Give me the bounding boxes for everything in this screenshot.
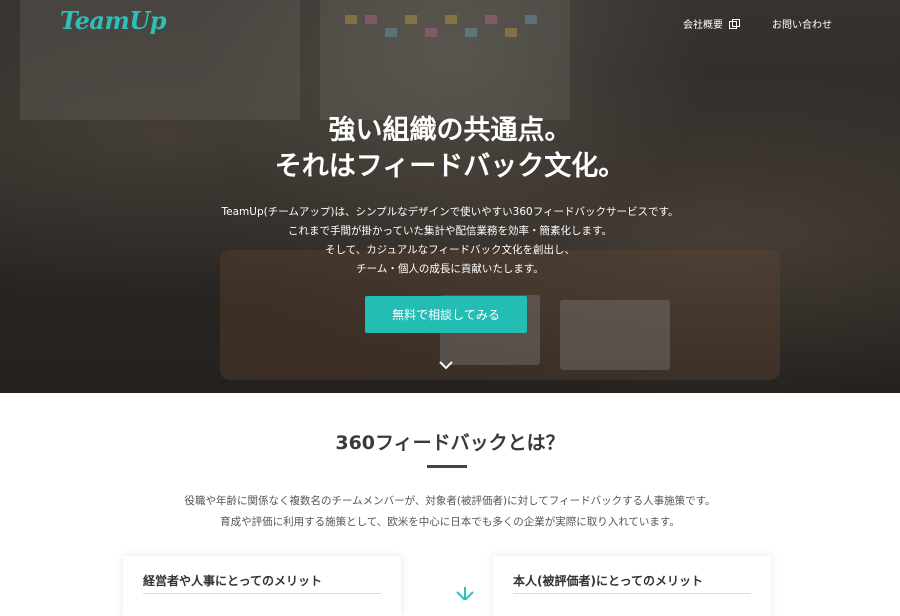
hero-description-line: そして、カジュアルなフィードバック文化を創出し、 xyxy=(325,244,575,256)
merit-card-management: 経営者や人事にとってのメリット xyxy=(123,556,401,616)
nav-contact-label: お問い合わせ xyxy=(772,20,832,31)
hero-section: TeamUp 会社概要 お問い合わせ 強い組織の共通点。 それはフィードバック文… xyxy=(0,0,900,393)
section-description-line: 役職や年齢に関係なく複数名のチームメンバーが、対象者(被評価者)に対してフィード… xyxy=(184,495,716,507)
external-link-icon xyxy=(729,19,740,29)
hero-description-line: これまで手間が掛かっていた集計や配信業務を効率・簡素化します。 xyxy=(288,225,612,237)
section-description: 役職や年齢に関係なく複数名のチームメンバーが、対象者(被評価者)に対してフィード… xyxy=(0,491,900,533)
merit-card-divider xyxy=(513,593,751,594)
section-description-line: 育成や評価に利用する施策として、欧米を中心に日本でも多くの企業が実際に取り入れて… xyxy=(220,516,680,528)
hero-description-line: TeamUp(チームアップ)は、シンプルなデザインで使いやすい360フィードバッ… xyxy=(221,206,679,218)
nav-company-link[interactable]: 会社概要 xyxy=(683,16,740,31)
merit-card-divider xyxy=(143,593,381,594)
free-consultation-button[interactable]: 無料で相談してみる xyxy=(365,296,527,333)
nav-contact-link[interactable]: お問い合わせ xyxy=(772,16,832,31)
section-title: 360フィードバックとは？ xyxy=(335,432,565,454)
hero-description-line: チーム・個人の成長に貢献いたします。 xyxy=(356,263,544,275)
hero-description: TeamUp(チームアップ)は、シンプルなデザインで使いやすい360フィードバッ… xyxy=(0,203,900,279)
chevron-down-icon[interactable] xyxy=(439,358,453,372)
sparkle-icon xyxy=(456,587,474,600)
nav-company-label: 会社概要 xyxy=(683,20,723,31)
hero-overlay xyxy=(0,0,900,393)
merit-card-title: 本人(被評価者)にとってのメリット xyxy=(513,574,704,588)
merit-card-title: 経営者や人事にとってのメリット xyxy=(143,574,323,588)
top-nav: 会社概要 お問い合わせ xyxy=(683,16,832,31)
hero-headline-line-2: それはフィードバック文化。 xyxy=(274,151,626,182)
hero-headline-line-1: 強い組織の共通点。 xyxy=(328,115,572,146)
merit-card-individual: 本人(被評価者)にとってのメリット xyxy=(493,556,771,616)
logo[interactable]: TeamUp xyxy=(60,6,167,35)
section-title-underline xyxy=(427,465,467,468)
